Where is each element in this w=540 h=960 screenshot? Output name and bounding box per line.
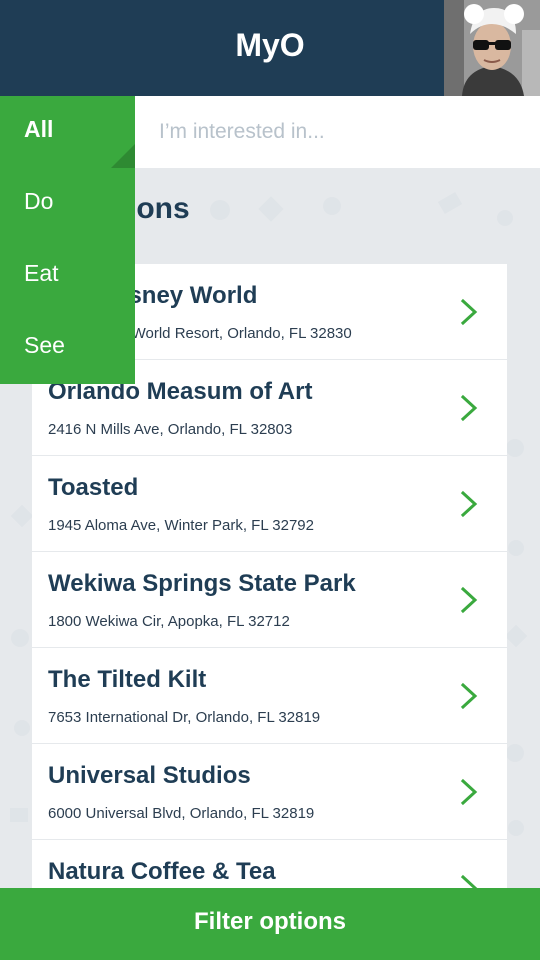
location-address: 2416 N Mills Ave, Orlando, FL 32803 [48, 421, 293, 438]
user-avatar[interactable] [444, 0, 540, 96]
chevron-right-icon [460, 586, 478, 614]
location-address: 6000 Universal Blvd, Orlando, FL 32819 [48, 805, 315, 822]
location-name: The Tilted Kilt [48, 666, 207, 693]
list-item[interactable]: The Tilted Kilt 7653 International Dr, O… [32, 648, 507, 743]
location-address: 1945 Aloma Ave, Winter Park, FL 32792 [48, 517, 314, 534]
location-name: Toasted [48, 474, 139, 501]
chevron-right-icon [460, 394, 478, 422]
search-input[interactable] [135, 96, 540, 168]
filter-options-button[interactable]: Filter options [0, 888, 540, 960]
selected-corner-icon [111, 144, 135, 168]
list-item[interactable]: Universal Studios 6000 Universal Blvd, O… [32, 744, 507, 839]
chevron-right-icon [460, 778, 478, 806]
menu-item-see[interactable]: See [0, 312, 135, 384]
chevron-right-icon [460, 298, 478, 326]
footer-bar: Filter options [0, 888, 540, 960]
location-address: 1800 Wekiwa Cir, Apopka, FL 32712 [48, 613, 290, 630]
chevron-right-icon [460, 682, 478, 710]
list-item[interactable]: Toasted 1945 Aloma Ave, Winter Park, FL … [32, 456, 507, 551]
menu-item-eat[interactable]: Eat [0, 240, 135, 312]
chevron-right-icon [460, 490, 478, 518]
location-name: Universal Studios [48, 762, 251, 789]
app-header: MyO [0, 0, 540, 96]
menu-item-do[interactable]: Do [0, 168, 135, 240]
location-name: Natura Coffee & Tea [48, 858, 276, 885]
category-filter-menu: All Do Eat See [0, 96, 135, 384]
location-address: 7653 International Dr, Orlando, FL 32819 [48, 709, 321, 726]
search-bar [135, 96, 540, 168]
list-item[interactable]: Wekiwa Springs State Park 1800 Wekiwa Ci… [32, 552, 507, 647]
user-avatar-icon [444, 0, 540, 96]
location-name: Wekiwa Springs State Park [48, 570, 356, 597]
